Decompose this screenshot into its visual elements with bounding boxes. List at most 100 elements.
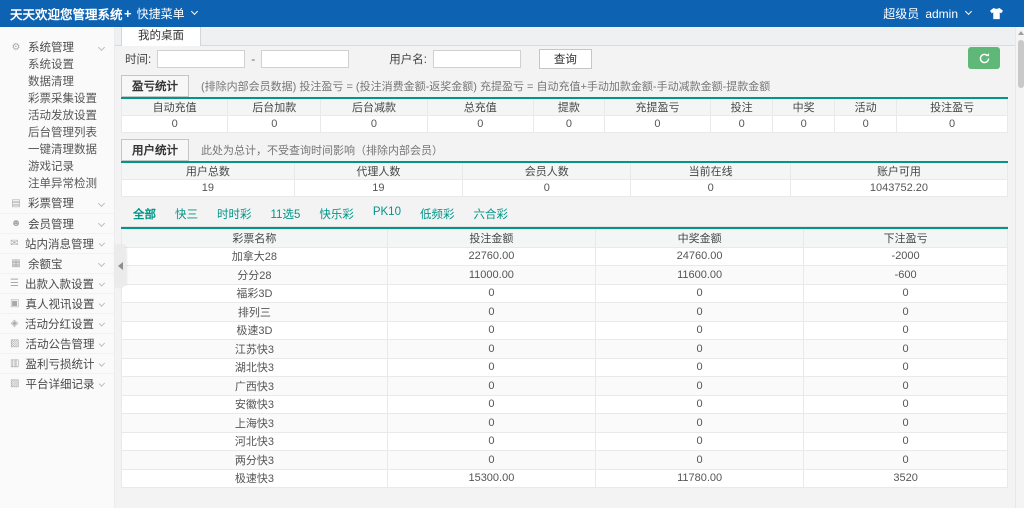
sidebar-group-system[interactable]: ⚙系统管理 [0, 37, 114, 57]
table-cell: 0 [773, 116, 835, 133]
chevron-down-icon [99, 280, 105, 286]
chevron-down-icon [99, 360, 105, 366]
refresh-button[interactable] [968, 47, 1000, 69]
table-cell: 0 [804, 432, 1008, 451]
table-cell: 19 [122, 180, 295, 197]
table-cell: 0 [596, 358, 804, 377]
table-row: 极速快315300.0011780.003520 [122, 469, 1008, 488]
sidebar-item[interactable]: 彩票采集设置 [0, 91, 114, 108]
sidebar-group-profit-loss[interactable]: ▥盈利亏损统计 [0, 353, 114, 373]
lottery-table: 彩票名称投注金额中奖金额下注盈亏加拿大2822760.0024760.00-20… [121, 227, 1008, 488]
scroll-up-arrow-icon[interactable] [1018, 31, 1024, 35]
theme-button[interactable] [989, 7, 1004, 20]
sidebar-group-lottery[interactable]: ▤彩票管理 [0, 193, 114, 213]
scrollbar[interactable] [1015, 27, 1024, 508]
sidebar-group-label: 站内消息管理 [25, 236, 94, 252]
table-cell: 0 [804, 414, 1008, 433]
table-cell: 11000.00 [387, 266, 595, 285]
sidebar-item[interactable]: 活动发放设置 [0, 108, 114, 125]
sidebar-group-member[interactable]: ☻会员管理 [0, 213, 114, 233]
table-cell: 0 [804, 451, 1008, 470]
table-cell: 0 [387, 340, 595, 359]
refresh-icon [978, 52, 991, 65]
lottery-tab-5[interactable]: PK10 [373, 206, 401, 222]
profit-stats-title-button[interactable]: 盈亏统计 [121, 75, 189, 97]
sidebar-group-live-video[interactable]: ▣真人视讯设置 [0, 293, 114, 313]
column-header: 当前在线 [631, 162, 790, 180]
column-header: 总充值 [427, 98, 533, 116]
profit-stats-note: (排除内部会员数据) 投注盈亏 = (投注消费金额-返奖金额) 充提盈亏 = 自… [201, 78, 770, 94]
sidebar-group-platform-records[interactable]: ▧平台详细记录 [0, 373, 114, 393]
table-cell: 0 [596, 303, 804, 322]
column-header: 下注盈亏 [804, 228, 1008, 247]
column-header: 自动充值 [122, 98, 228, 116]
table-cell: -600 [804, 266, 1008, 285]
chevron-down-icon [98, 199, 105, 206]
sidebar-group-label: 真人视讯设置 [25, 296, 94, 312]
column-header: 投注盈亏 [897, 98, 1008, 116]
user-menu[interactable]: 超级员 admin [883, 5, 971, 22]
chevron-down-icon [98, 260, 105, 267]
sidebar-item[interactable]: 注单异常检测 [0, 176, 114, 193]
time-to-input[interactable] [261, 50, 349, 68]
query-button[interactable]: 查询 [539, 49, 592, 69]
table-cell: 0 [122, 116, 228, 133]
time-from-input[interactable] [157, 50, 245, 68]
sidebar-group-dividend[interactable]: ◈活动分红设置 [0, 313, 114, 333]
sidebar-group-label: 盈利亏损统计 [25, 356, 94, 372]
table-header-row: 用户总数代理人数会员人数当前在线账户可用 [122, 162, 1008, 180]
chevron-down-icon [99, 340, 105, 346]
scrollbar-thumb[interactable] [1018, 40, 1024, 88]
panels: 盈亏统计 (排除内部会员数据) 投注盈亏 = (投注消费金额-返奖金额) 充提盈… [115, 72, 1024, 488]
sidebar-item[interactable]: 数据清理 [0, 74, 114, 91]
sidebar-item[interactable]: 系统设置 [0, 57, 114, 74]
table-cell: 0 [596, 395, 804, 414]
sidebar-collapse-handle[interactable] [114, 245, 126, 287]
gear-icon: ⚙ [10, 42, 22, 53]
lottery-tab-4[interactable]: 快乐彩 [319, 206, 354, 222]
table-cell: 0 [804, 303, 1008, 322]
table-row: 湖北快3000 [122, 358, 1008, 377]
range-separator: - [251, 52, 255, 66]
table-cell: 广西快3 [122, 377, 388, 396]
sidebar-group-label: 平台详细记录 [25, 376, 94, 392]
lottery-tab-0[interactable]: 全部 [133, 206, 156, 222]
quick-menu-button[interactable]: + 快捷菜单 [112, 0, 209, 27]
table-cell: 极速快3 [122, 469, 388, 488]
chevron-down-icon [98, 220, 105, 227]
sidebar-group-announcement[interactable]: ▨活动公告管理 [0, 333, 114, 353]
table-cell: 0 [321, 116, 427, 133]
column-header: 中奖金额 [596, 228, 804, 247]
shirt-icon [989, 7, 1004, 20]
sidebar-item[interactable]: 一键清理数据 [0, 142, 114, 159]
table-cell: 安徽快3 [122, 395, 388, 414]
sidebar-group-site-message[interactable]: ✉站内消息管理 [0, 233, 114, 253]
username: admin [925, 7, 958, 21]
username-input[interactable] [433, 50, 521, 68]
user-stats-title-button[interactable]: 用户统计 [121, 139, 189, 161]
chevron-down-icon [99, 240, 105, 246]
tab-my-desktop[interactable]: 我的桌面 [121, 27, 201, 46]
lottery-tab-1[interactable]: 快三 [175, 206, 198, 222]
table-header-row: 自动充值后台加款后台减款总充值提款充提盈亏投注中奖活动投注盈亏 [122, 98, 1008, 116]
sidebar-group-payment[interactable]: ☰出款入款设置 [0, 273, 114, 293]
lottery-tab-3[interactable]: 11选5 [271, 206, 301, 222]
table-cell: 0 [604, 116, 710, 133]
table-cell: 0 [387, 432, 595, 451]
sidebar-item[interactable]: 后台管理列表 [0, 125, 114, 142]
lottery-tab-2[interactable]: 时时彩 [217, 206, 252, 222]
table-cell: 0 [387, 395, 595, 414]
sidebar-item[interactable]: 游戏记录 [0, 159, 114, 176]
table-cell: 排列三 [122, 303, 388, 322]
column-header: 彩票名称 [122, 228, 388, 247]
table-cell: 0 [463, 180, 631, 197]
table-row: 广西快3000 [122, 377, 1008, 396]
table-cell: 0 [596, 321, 804, 340]
table-cell: 0 [387, 377, 595, 396]
lottery-tab-7[interactable]: 六合彩 [473, 206, 508, 222]
table-cell: 0 [804, 358, 1008, 377]
sidebar-group-yuebao[interactable]: ▦余额宝 [0, 253, 114, 273]
sidebar-group-label: 活动分红设置 [25, 316, 94, 332]
lottery-tab-6[interactable]: 低频彩 [420, 206, 455, 222]
table-cell: 两分快3 [122, 451, 388, 470]
